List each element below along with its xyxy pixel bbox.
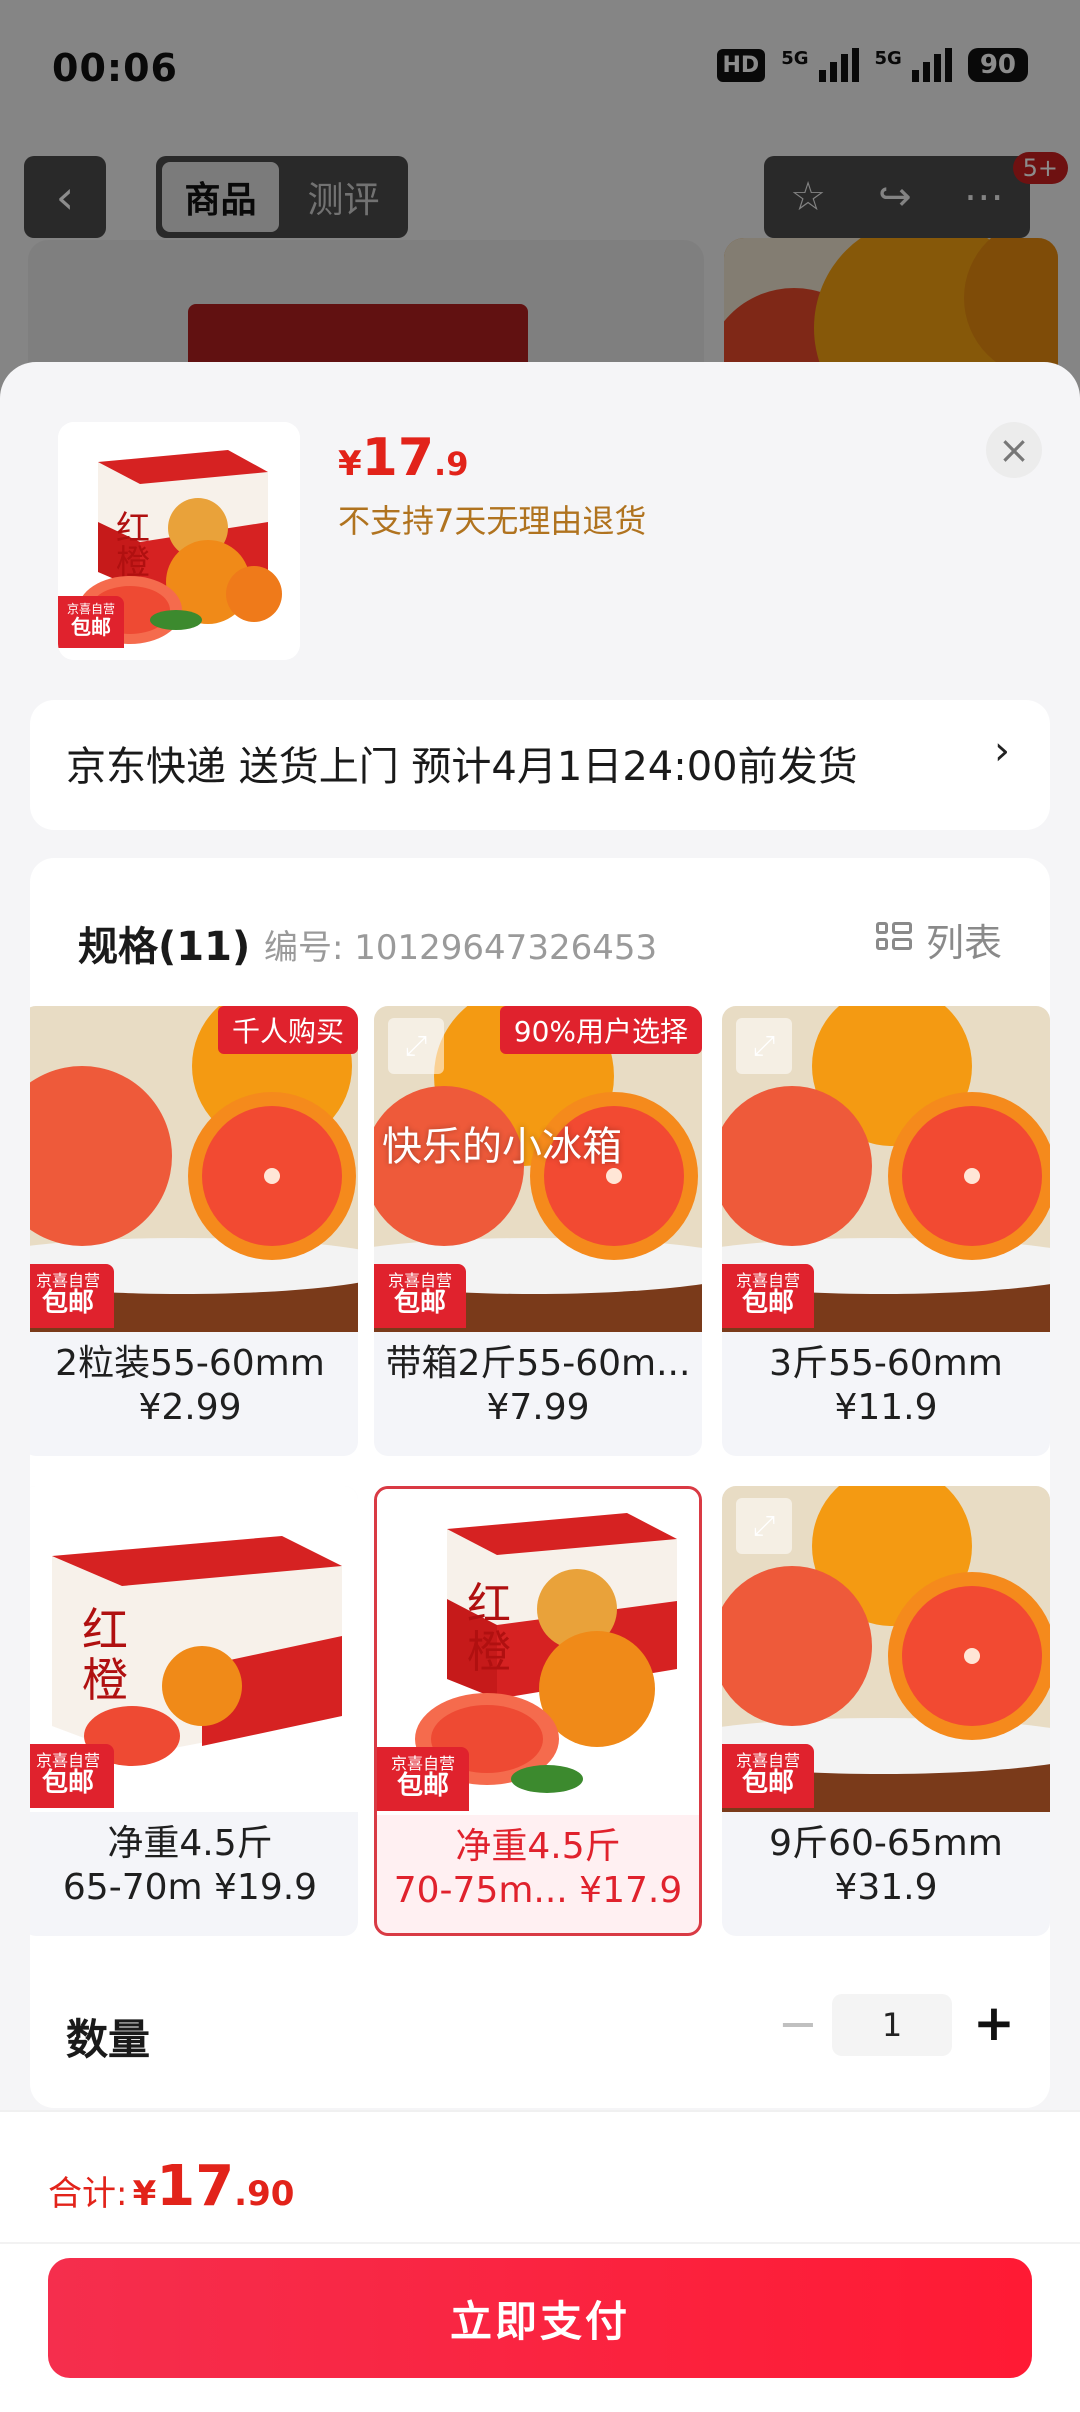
list-view-toggle[interactable]: 列表 (875, 912, 1002, 967)
total-integer: 17 (156, 2154, 235, 2219)
ship-label-text: 包邮 (71, 615, 111, 639)
option-label: 净重4.5斤 70-75m... ¥17.9 (393, 1826, 683, 1911)
delivery-info[interactable]: 京东快递 送货上门 预计4月1日24:00前发货 › (30, 700, 1050, 830)
svg-text:红: 红 (467, 1579, 511, 1630)
price-integer: 17 (361, 428, 435, 488)
free-shipping-tag: 京喜自营 包邮 (722, 1744, 814, 1808)
ship-label-text: 包邮 (741, 1768, 794, 1798)
expand-icon[interactable]: ⤢ (391, 1501, 447, 1557)
option-label: 净重4.5斤 65-70m ¥19.9 (62, 1823, 318, 1908)
sheet-header: 红 橙 京喜自营 包邮 ¥17.9 不支持7天无理由退货 × (0, 362, 1080, 702)
option-label: 9斤60-65mm ¥31.9 (769, 1823, 1003, 1908)
quantity-label: 数量 (66, 2015, 151, 2064)
total-currency: ¥ (132, 2174, 157, 2214)
free-shipping-tag: 京喜自营 包邮 (30, 1744, 114, 1808)
ship-label-text: 包邮 (41, 1288, 94, 1318)
expand-icon[interactable]: ⤢ (388, 1018, 444, 1074)
ship-brand-text: 京喜自营 (66, 602, 115, 616)
ship-label-text: 包邮 (41, 1768, 94, 1798)
image-watermark: 快乐的小冰箱 (382, 1124, 622, 1170)
spec-option[interactable]: 红 橙 京喜自营 包邮 净重4.5斤 65-70m ¥19.9 (30, 1486, 358, 1936)
spec-option[interactable]: 千人购买 京喜自营 包邮 2粒装55-60mm ¥2.99 (30, 1006, 358, 1456)
pay-now-button[interactable]: 立即支付 (48, 2258, 1032, 2378)
ship-label-text: 包邮 (741, 1288, 794, 1318)
quantity-decrease-button[interactable]: − (770, 1998, 826, 2054)
svg-text:红: 红 (82, 1603, 128, 1657)
option-label: 2粒装55-60mm ¥2.99 (55, 1343, 325, 1428)
quantity-input[interactable]: 1 (832, 1994, 952, 2056)
popularity-badge: 千人购买 (217, 1006, 358, 1054)
ship-label-text: 包邮 (393, 1288, 446, 1318)
spec-title: 规格(11) (78, 924, 251, 970)
selected-product-thumbnail[interactable]: 红 橙 京喜自营 包邮 (58, 422, 300, 660)
total-price: 合计: ¥17.90 (48, 2154, 294, 2219)
spec-option[interactable]: ⤢ 京喜自营 包邮 9斤60-65mm ¥31.9 (722, 1486, 1050, 1936)
chevron-right-icon: › (994, 728, 1010, 774)
expand-icon[interactable]: ⤢ (736, 1498, 792, 1554)
total-label: 合计: (48, 2174, 128, 2214)
close-button[interactable]: × (986, 422, 1042, 478)
total-decimal: .90 (234, 2174, 295, 2214)
spec-option[interactable]: ⤢ 90%用户选择 快乐的小冰箱 京喜自营 包邮 带箱2斤55-60m... ¥7.… (374, 1006, 702, 1456)
price-currency: ¥ (338, 444, 362, 484)
option-label: 3斤55-60mm ¥11.9 (769, 1343, 1003, 1428)
sku-sheet: 红 橙 京喜自营 包邮 ¥17.9 不支持7天无理由退货 × 京东快递 送货上门… (0, 362, 1080, 2412)
spec-card: 规格(11) 编号: 10129647326453 列表 千人购买 京喜自营 包… (30, 858, 1050, 2108)
ship-label-text: 包邮 (396, 1771, 449, 1801)
expand-icon[interactable]: ⤢ (736, 1018, 792, 1074)
free-shipping-tag: 京喜自营 包邮 (58, 596, 124, 648)
free-shipping-tag: 京喜自营 包邮 (30, 1264, 114, 1328)
svg-text:橙: 橙 (82, 1653, 128, 1707)
divider (0, 2242, 1080, 2244)
sheet-price: ¥17.9 (338, 428, 468, 488)
product-code: 编号: 10129647326453 (264, 928, 658, 968)
delivery-text: 京东快递 送货上门 预计4月1日24:00前发货 (66, 744, 858, 790)
quantity-increase-button[interactable]: + (966, 1996, 1022, 2052)
list-view-label: 列表 (925, 921, 1002, 965)
close-icon: × (998, 428, 1030, 472)
return-policy-note: 不支持7天无理由退货 (338, 502, 647, 540)
free-shipping-tag: 京喜自营 包邮 (722, 1264, 814, 1328)
price-decimal: .9 (434, 445, 469, 483)
popularity-badge: 90%用户选择 (499, 1006, 702, 1054)
dim-overlay[interactable] (0, 0, 1080, 420)
checkout-footer: 合计: ¥17.90 立即支付 (0, 2110, 1080, 2412)
option-label: 带箱2斤55-60m... ¥7.99 (385, 1343, 691, 1428)
svg-text:橙: 橙 (467, 1627, 511, 1678)
free-shipping-tag: 京喜自营 包邮 (377, 1747, 469, 1811)
list-icon (875, 921, 912, 958)
free-shipping-tag: 京喜自营 包邮 (374, 1264, 466, 1328)
spec-option[interactable]: ⤢ 京喜自营 包邮 3斤55-60mm ¥11.9 (722, 1006, 1050, 1456)
spec-option-selected[interactable]: 红 橙 ⤢ 京喜自营 包邮 净重4.5斤 70-75m... ¥17.9 (374, 1486, 702, 1936)
